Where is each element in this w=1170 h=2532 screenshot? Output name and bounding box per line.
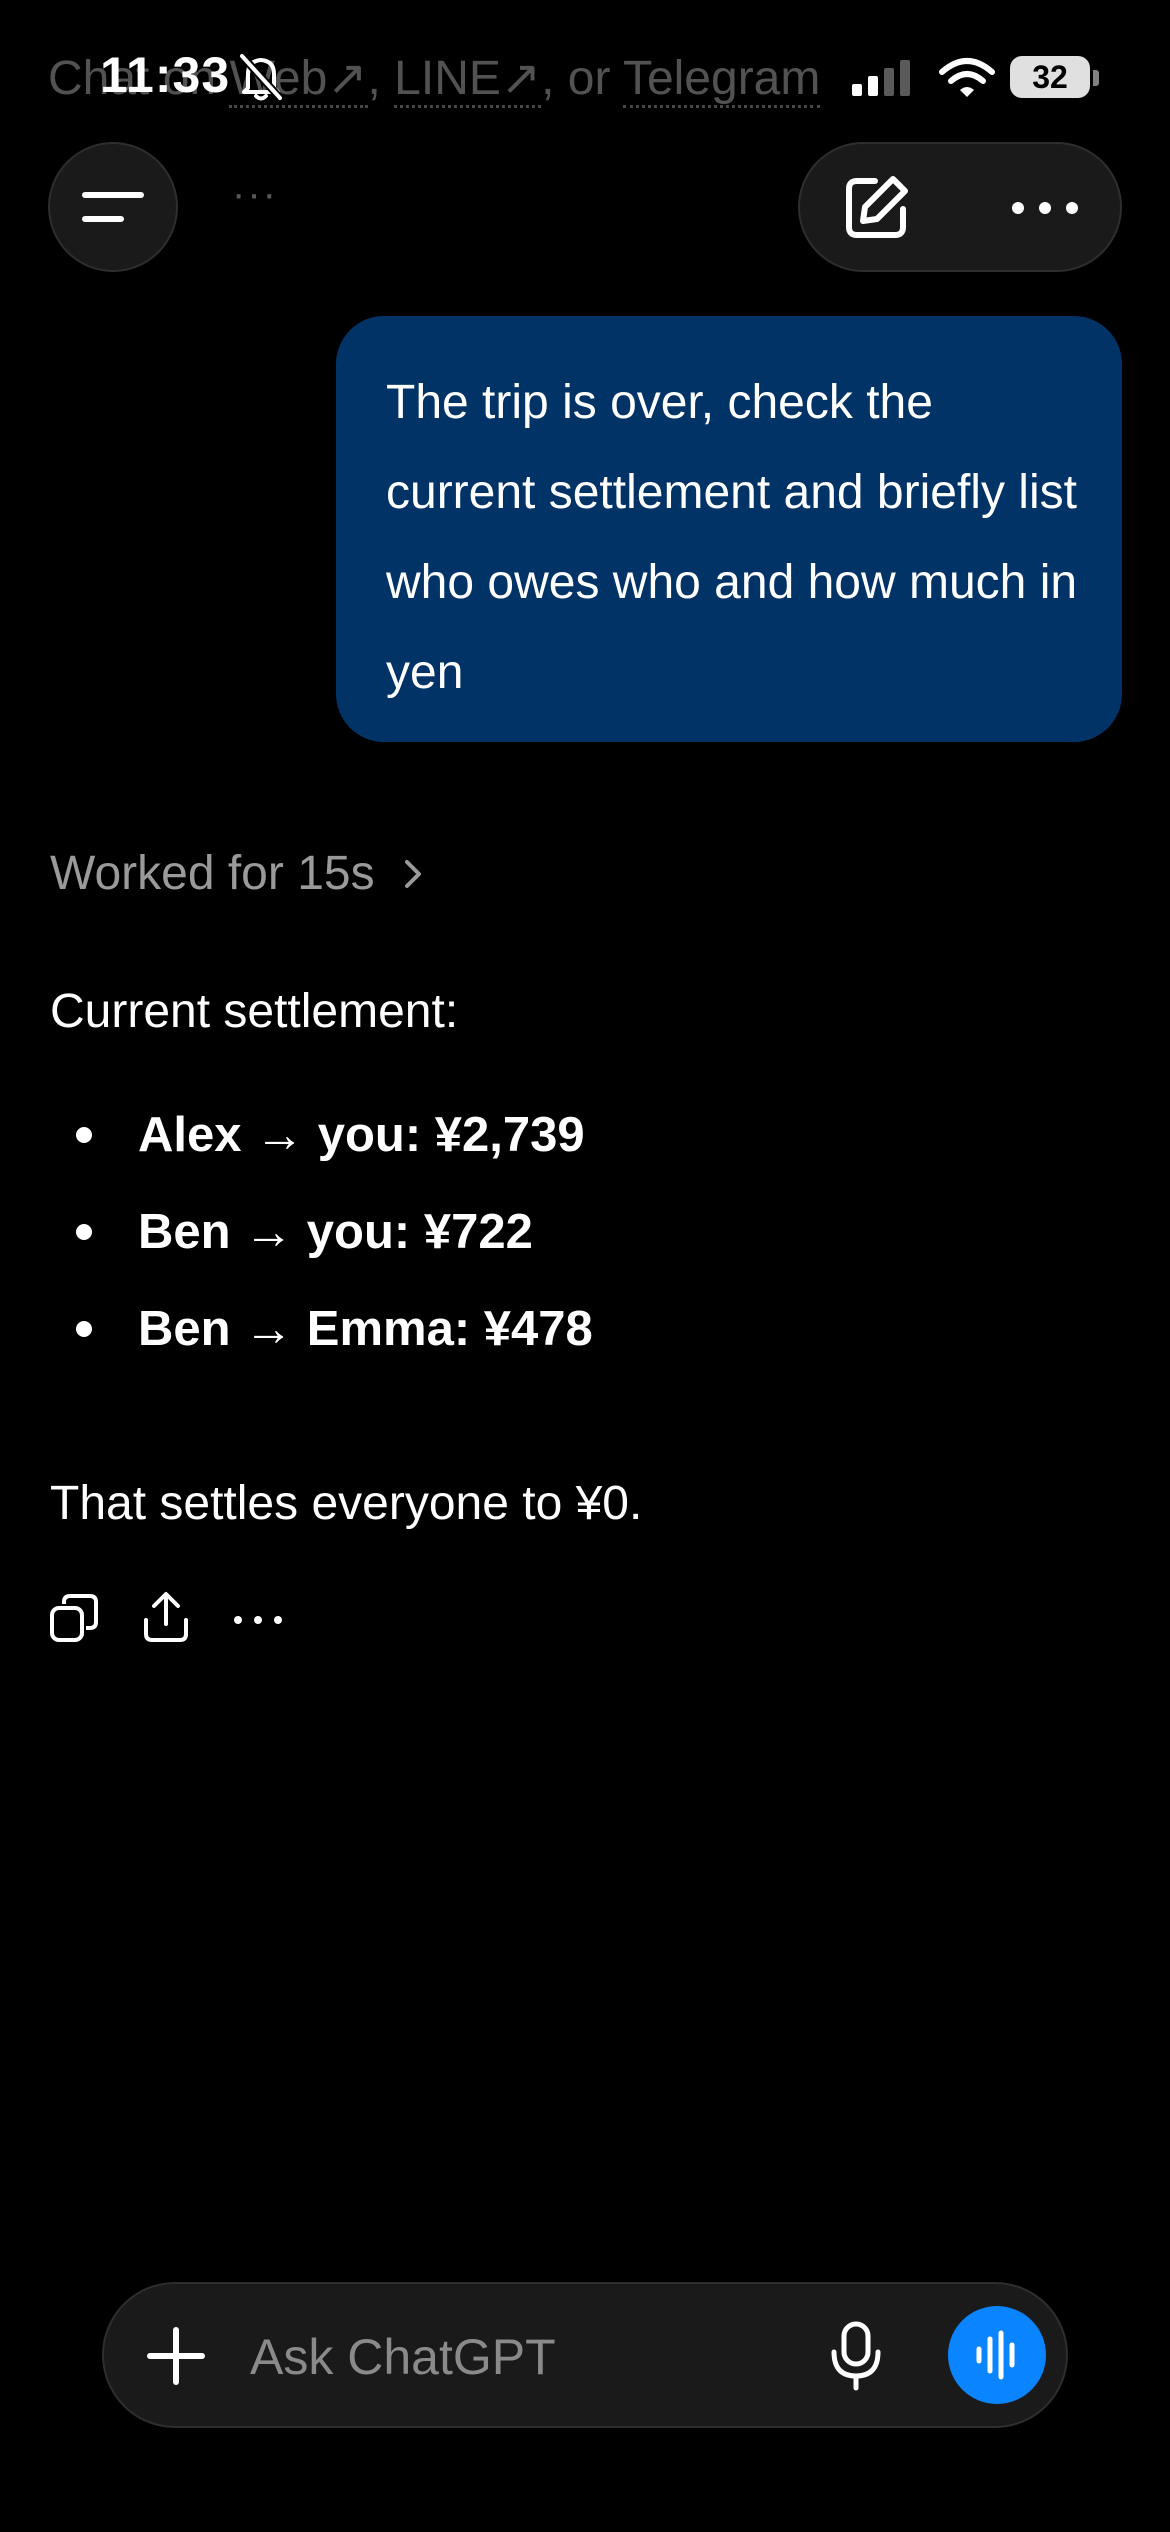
bullet [76, 1321, 92, 1337]
faded-link-line: LINE↗ [394, 52, 542, 108]
list-item: Ben → Emma: ¥478 [72, 1294, 593, 1391]
faded-dots: ··· [232, 172, 278, 216]
battery-icon: 32 [1010, 56, 1090, 98]
battery-level: 32 [1032, 58, 1068, 95]
header-actions [798, 142, 1122, 272]
bullet [76, 1127, 92, 1143]
cellular-signal-icon [852, 60, 910, 96]
list-item: Ben → you: ¥722 [72, 1197, 593, 1294]
share-icon[interactable] [140, 1590, 192, 1644]
new-chat-button[interactable] [836, 170, 916, 246]
voice-mode-button[interactable] [948, 2306, 1046, 2404]
list-item-text: Alex → you: ¥2,739 [138, 1108, 585, 1162]
dictation-button[interactable] [818, 2312, 894, 2400]
more-icon [1012, 202, 1078, 214]
list-item: Alex → you: ¥2,739 [72, 1100, 593, 1197]
closing-text: That settles everyone to ¥0. [50, 1477, 643, 1530]
user-message-bubble: The trip is over, check the current sett… [336, 316, 1122, 742]
more-icon[interactable] [228, 1600, 288, 1640]
bullet [76, 1224, 92, 1240]
wifi-icon [939, 58, 995, 97]
faded-link-telegram: Telegram [622, 52, 821, 108]
worked-label: Worked for 15s [50, 847, 375, 900]
battery-tip [1093, 70, 1099, 86]
status-time: 11:33 [100, 47, 231, 103]
microphone-icon [831, 2321, 881, 2391]
menu-icon [82, 192, 144, 222]
copy-icon[interactable] [48, 1592, 100, 1644]
list-item-text: Ben → Emma: ¥478 [138, 1302, 593, 1356]
menu-button[interactable] [48, 142, 178, 272]
worked-for-toggle[interactable]: Worked for 15s [50, 846, 425, 901]
ask-chatgpt-input[interactable] [250, 2322, 870, 2392]
plus-icon [147, 2327, 205, 2385]
add-attachment-button[interactable] [140, 2320, 212, 2392]
faded-separator: , [367, 52, 395, 105]
composer-bar [102, 2282, 1068, 2428]
settlement-heading: Current settlement: [50, 985, 459, 1038]
faded-separator: , or [541, 52, 623, 105]
list-item-text: Ben → you: ¥722 [138, 1205, 533, 1259]
waveform-icon [976, 2330, 1015, 2380]
settlement-list: Alex → you: ¥2,739 Ben → you: ¥722 Ben →… [72, 1100, 593, 1391]
compose-icon [846, 176, 908, 238]
chevron-right-icon [404, 859, 421, 888]
more-options-button[interactable] [1000, 170, 1090, 246]
bell-slash-icon [239, 53, 283, 101]
